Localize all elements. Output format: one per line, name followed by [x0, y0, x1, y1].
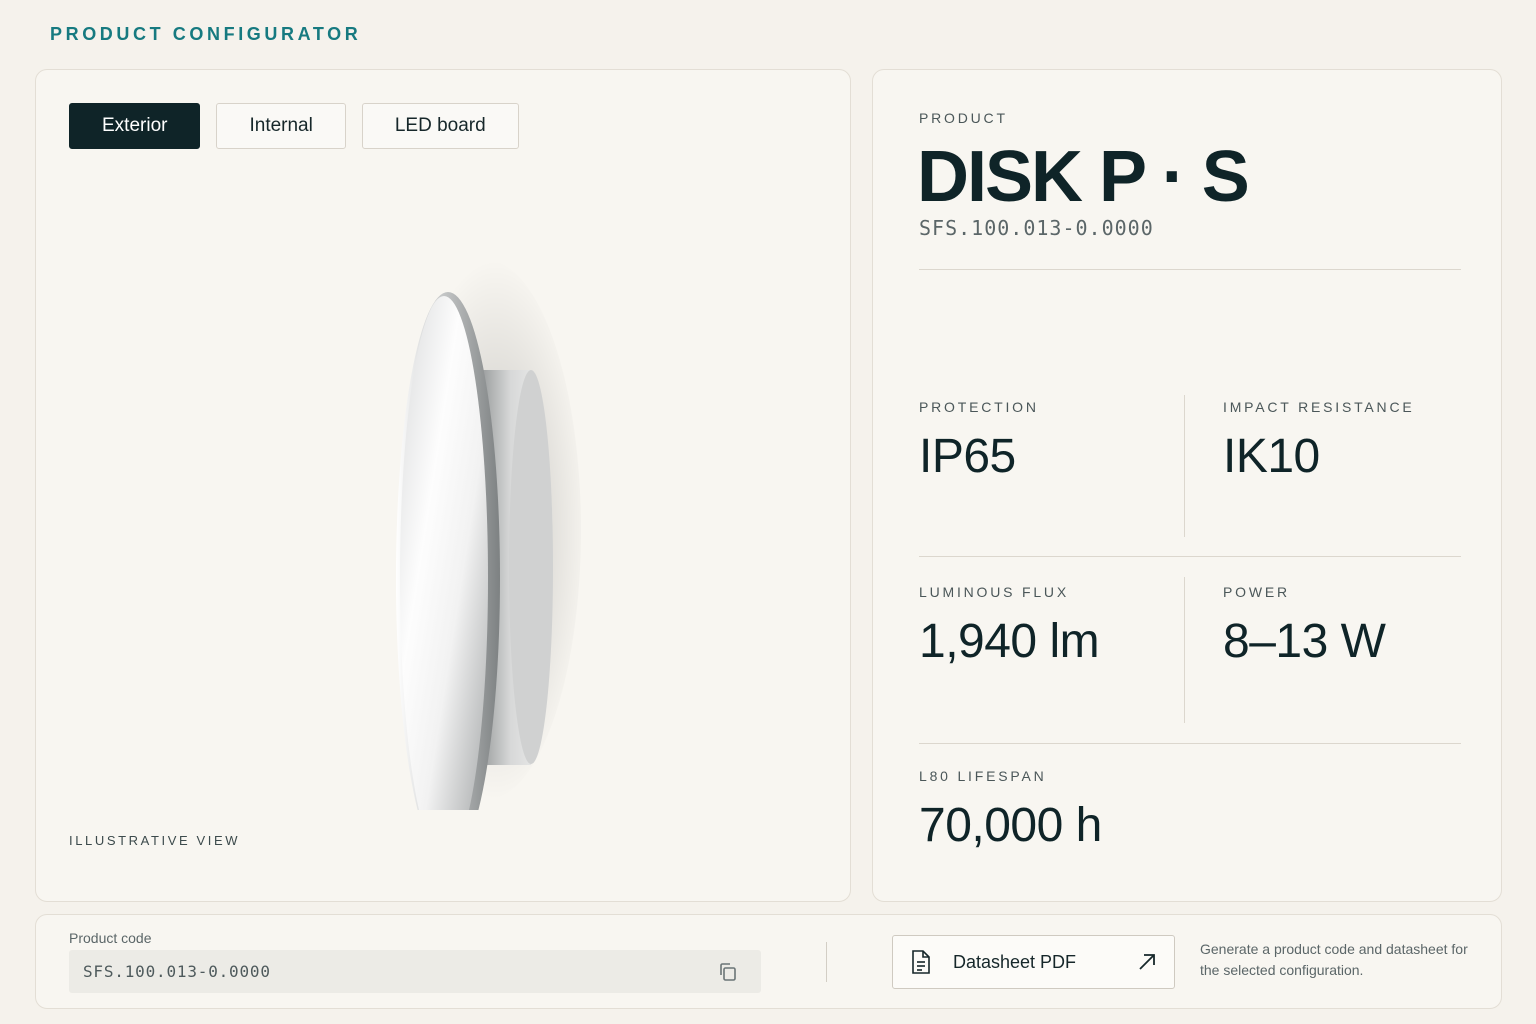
datasheet-pdf-button[interactable]: Datasheet PDF: [892, 935, 1175, 989]
tab-led-board[interactable]: LED board: [361, 103, 519, 149]
spec-value: IP65: [919, 430, 1016, 483]
spec-luminous-flux: LUMINOUS FLUX 1,940 lm: [919, 584, 1100, 669]
footer-help-text: Generate a product code and datasheet fo…: [1200, 941, 1468, 978]
divider: [1184, 577, 1185, 723]
spec-value: 8–13 W: [1223, 615, 1386, 668]
document-icon: [912, 950, 930, 974]
datasheet-button-label: Datasheet PDF: [953, 952, 1077, 972]
spec-value: 1,940 lm: [919, 615, 1100, 668]
product-code-bar: Product code SFS.100.013-0.0000 Datashee…: [35, 914, 1502, 1009]
copy-icon[interactable]: [717, 961, 739, 983]
spec-label: L80 LIFESPAN: [919, 768, 1047, 784]
arrow-up-right-icon: [1139, 954, 1155, 970]
divider: [1184, 395, 1185, 537]
spec-l80-lifespan: L80 LIFESPAN 70,000 h: [919, 768, 1102, 853]
product-sku: SFS.100.013-0.0000: [919, 216, 1154, 240]
spec-label: LUMINOUS FLUX: [919, 584, 1069, 600]
illustrative-view-caption: ILLUSTRATIVE VIEW: [69, 833, 241, 848]
product-code-field[interactable]: SFS.100.013-0.0000: [69, 950, 761, 993]
spec-label: POWER: [1223, 584, 1290, 600]
product-render-image: [391, 260, 581, 810]
app-title: PRODUCT CONFIGURATOR: [50, 24, 362, 44]
spec-label: PROTECTION: [919, 399, 1039, 415]
spec-value: IK10: [1223, 430, 1320, 483]
product-code-label: Product code: [69, 930, 152, 946]
product-viewer-panel: Exterior Internal LED board ILLUSTRATIVE…: [35, 69, 851, 902]
product-code-value: SFS.100.013-0.0000: [83, 962, 271, 981]
product-specs-panel: PRODUCT DISK P · S SFS.100.013-0.0000 PR…: [872, 69, 1502, 902]
divider: [919, 743, 1461, 744]
divider: [919, 269, 1461, 270]
spec-value: 70,000 h: [919, 799, 1102, 852]
product-label: PRODUCT: [919, 110, 1008, 126]
divider: [919, 556, 1461, 557]
tab-exterior[interactable]: Exterior: [69, 103, 201, 149]
spec-power: POWER 8–13 W: [1223, 584, 1386, 669]
spec-impact-resistance: IMPACT RESISTANCE IK10: [1223, 399, 1415, 484]
spec-protection: PROTECTION IP65: [919, 399, 1039, 484]
view-tabs: Exterior Internal LED board: [69, 103, 519, 149]
spec-label: IMPACT RESISTANCE: [1223, 399, 1415, 415]
divider: [826, 942, 827, 982]
product-name: DISK P · S: [917, 137, 1250, 217]
tab-internal[interactable]: Internal: [216, 103, 346, 149]
